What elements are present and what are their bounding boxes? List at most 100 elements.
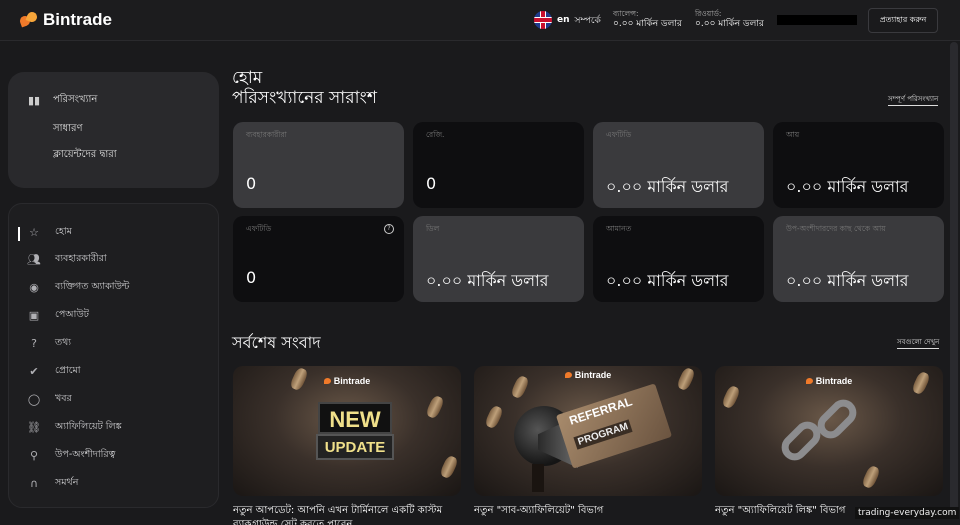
update-new-text: NEW	[318, 402, 392, 434]
sidebar-item-label: ব্যক্তিগত অ্যাকাউন্ট	[55, 281, 130, 292]
news-brand: Bintrade	[715, 376, 943, 386]
news-caption[interactable]: নতুন "সাব-অ্যাফিলিয়েট" বিভাগ	[474, 503, 702, 520]
sidebar-nav: ☆ হোম 👥︎ ব্যবহারকারীরা ◉ ব্যক্তিগত অ্যাক…	[8, 203, 219, 508]
coin-decoration	[483, 404, 505, 430]
stat-card-label: রেজি.	[426, 130, 445, 139]
see-all-news-link[interactable]: সবগুলো দেখুন	[897, 336, 940, 349]
stat-card-label: উপ-অংশীদারদের কাছ থেকে আয়	[786, 224, 886, 233]
sidebar-item-users[interactable]: 👥︎ ব্যবহারকারীরা	[27, 252, 107, 267]
coin-decoration	[860, 464, 882, 490]
language-code: en	[557, 15, 570, 25]
sidebar-item-promo[interactable]: ✔ প্রোমো	[27, 364, 81, 379]
news-card-referral[interactable]: Bintrade REFERRAL PROGRAM	[474, 366, 702, 496]
stat-card-sub-partner-income: উপ-অংশীদারদের কাছ থেকে আয় ০.০০ মার্কিন …	[773, 216, 944, 302]
watermark: trading-everyday.com	[855, 507, 960, 519]
sidebar-item-sub-partnership[interactable]: ⚲ উপ-অংশীদারিত্ব	[27, 448, 115, 463]
megaphone-stand	[532, 464, 544, 492]
sidebar-item-label: সমর্থন	[55, 477, 79, 488]
coin-decoration	[438, 454, 460, 480]
stat-card-value: ০.০০ মার্কিন ডলার	[606, 271, 729, 290]
sidebar-item-label: অ্যাফিলিয়েট লিঙ্ক	[55, 421, 122, 432]
help-icon: ?	[31, 337, 37, 350]
sidebar-item-label: তথ্য	[55, 337, 72, 348]
sidebar-item-affiliate-links[interactable]: ⛓ অ্যাফিলিয়েট লিঙ্ক	[27, 420, 122, 435]
reward-label: রিওয়ার্ড:	[695, 9, 722, 18]
reward-display: রিওয়ার্ড: ০.০০ মার্কিন ডলার	[695, 8, 764, 30]
stat-card-value: ০.০০ মার্কিন ডলার	[426, 271, 549, 290]
users-icon: 👥︎	[27, 253, 41, 266]
stats-summary-title: পরিসংখ্যানের সারাংশ	[232, 88, 377, 108]
badge-icon: ✔	[29, 365, 39, 378]
sidebar-item-home[interactable]: ☆ হোম	[18, 225, 72, 241]
sidebar-item-label: হোম	[55, 226, 72, 237]
stat-card-income: আয় ০.০০ মার্কিন ডলার	[773, 122, 944, 208]
sidebar-item-by-clients[interactable]: ক্লায়েন্টদের দ্বারা	[53, 147, 117, 164]
sidebar-item-label: প্রোমো	[55, 365, 81, 376]
account-icon: ◉	[29, 281, 39, 294]
stat-card-registrations: রেজি. 0	[413, 122, 584, 208]
stat-card-deals: ডিল ০.০০ মার্কিন ডলার	[413, 216, 584, 302]
top-bar: Bintrade en সম্পর্কে ব্যালেন্স: ০.০০ মার…	[0, 0, 960, 41]
wallet-icon: ▣	[28, 309, 40, 322]
stat-card-ftd-count: এফটিডি ? 0	[233, 216, 404, 302]
redacted-account	[777, 15, 857, 25]
new-update-graphic: NEW UPDATE	[316, 402, 394, 466]
link-icon: ⛓	[27, 421, 41, 434]
sidebar-item-news[interactable]: ◯ খবর	[27, 392, 72, 407]
stat-card-label: আয়	[786, 130, 800, 139]
full-stats-link[interactable]: সম্পূর্ণ পরিসংখ্যান	[888, 93, 939, 106]
brand-logo[interactable]: Bintrade	[18, 10, 112, 30]
withdraw-button[interactable]: প্রত্যাহার করুন	[868, 8, 938, 33]
add-user-icon: ⚲	[29, 449, 39, 462]
stat-card-ftd-amount: এফটিডি ০.০০ মার্কিন ডলার	[593, 122, 764, 208]
sidebar-item-info[interactable]: ? তথ্য	[27, 336, 71, 351]
stat-card-value: ০.০০ মার্কিন ডলার	[786, 271, 909, 290]
language-selector[interactable]: en সম্পর্কে	[534, 11, 601, 29]
stat-card-label: ব্যবহারকারীরা	[246, 130, 287, 139]
update-text: UPDATE	[316, 434, 394, 460]
sidebar-item-account[interactable]: ◉ ব্যক্তিগত অ্যাকাউন্ট	[27, 280, 129, 295]
stat-card-label: এফটিডি	[606, 130, 632, 139]
page-scrollbar[interactable]	[950, 42, 958, 512]
stat-card-label: আমানত	[606, 224, 632, 233]
news-card-affiliate-links[interactable]: Bintrade	[715, 366, 943, 496]
uk-flag-icon	[534, 11, 552, 29]
help-icon[interactable]: ?	[384, 224, 394, 234]
brand-name: Bintrade	[43, 10, 112, 29]
bar-chart-icon: ▮▮	[28, 94, 41, 107]
logo-icon	[18, 10, 39, 28]
balance-label: ব্যালেন্স:	[613, 9, 639, 18]
page-title: হোম পরিসংখ্যানের সারাংশ	[232, 68, 377, 108]
stat-card-value: 0	[246, 174, 257, 193]
news-brand: Bintrade	[233, 376, 461, 386]
stat-card-deposits: আমানত ০.০০ মার্কিন ডলার	[593, 216, 764, 302]
language-about: সম্পর্কে	[574, 15, 601, 26]
active-indicator	[18, 227, 20, 241]
news-brand: Bintrade	[474, 370, 702, 380]
reward-value: ০.০০ মার্কিন ডলার	[695, 19, 764, 29]
headset-icon: ∩	[29, 477, 39, 490]
sidebar-item-general[interactable]: সাধারণ	[53, 121, 83, 138]
stat-card-value: 0	[426, 174, 437, 193]
news-card-update[interactable]: Bintrade NEW UPDATE	[233, 366, 461, 496]
sidebar-item-support[interactable]: ∩ সমর্থন	[27, 476, 78, 491]
sidebar-stats-panel: ▮▮ পরিসংখ্যান সাধারণ ক্লায়েন্টদের দ্বার…	[8, 72, 219, 188]
news-caption-line2[interactable]: ব্যাকগ্রাউন্ড সেট করতে পারেন	[233, 517, 461, 525]
breadcrumb: হোম	[232, 68, 263, 88]
sidebar-item-label: খবর	[55, 393, 72, 404]
star-icon: ☆	[29, 226, 39, 239]
sidebar-item-label: ব্যবহারকারীরা	[55, 253, 107, 264]
news-caption[interactable]: নতুন "অ্যাফিলিয়েট লিঙ্ক" বিভাগ	[715, 503, 855, 520]
coin-decoration	[424, 394, 446, 420]
balance-display: ব্যালেন্স: ০.০০ মার্কিন ডলার	[613, 8, 682, 30]
sidebar-item-payout[interactable]: ▣ পেআউট	[27, 308, 89, 323]
stat-card-value: 0	[246, 268, 257, 287]
stat-card-value: ০.০০ মার্কিন ডলার	[606, 177, 729, 196]
sidebar-item-label: পেআউট	[55, 309, 89, 320]
coin-decoration	[720, 384, 742, 410]
sidebar-item-statistics[interactable]: পরিসংখ্যান	[53, 92, 97, 109]
balance-value: ০.০০ মার্কিন ডলার	[613, 19, 682, 29]
stat-card-value: ০.০০ মার্কিন ডলার	[786, 177, 909, 196]
chat-icon: ◯	[27, 393, 41, 406]
stat-card-label: ডিল	[426, 224, 440, 233]
